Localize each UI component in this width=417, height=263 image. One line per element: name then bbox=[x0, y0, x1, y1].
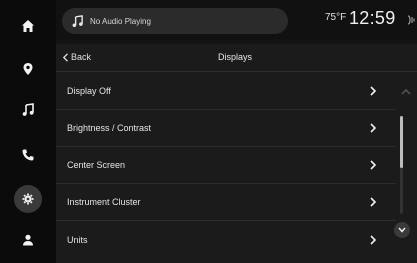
list-item-label: Brightness / Contrast bbox=[67, 123, 152, 133]
location-pin-icon bbox=[23, 63, 33, 75]
chevron-left-icon bbox=[62, 52, 68, 62]
displays-panel: Back Displays Display Off Brightness / C… bbox=[56, 44, 417, 263]
voice-assist-icon[interactable] bbox=[405, 13, 417, 27]
person-icon bbox=[23, 234, 33, 246]
list-item-instrument-cluster[interactable]: Instrument Cluster bbox=[56, 184, 396, 221]
list-item-label: Display Off bbox=[67, 86, 111, 96]
back-button[interactable]: Back bbox=[62, 52, 91, 62]
chevron-right-icon bbox=[370, 234, 377, 245]
scroll-up-button[interactable] bbox=[398, 82, 414, 102]
gear-icon bbox=[22, 193, 34, 205]
list-item-display-off[interactable]: Display Off bbox=[56, 73, 396, 110]
chevron-right-icon bbox=[370, 123, 377, 133]
profile-button[interactable] bbox=[14, 226, 42, 254]
music-note-icon bbox=[72, 14, 83, 27]
music-note-icon bbox=[22, 103, 34, 116]
list-item-label: Center Screen bbox=[67, 160, 126, 170]
now-playing-text: No Audio Playing bbox=[90, 16, 151, 26]
page-title: Displays bbox=[218, 52, 253, 62]
nav-rail bbox=[0, 0, 56, 263]
panel-header: Back Displays bbox=[56, 44, 417, 72]
scrollbar-thumb[interactable] bbox=[400, 116, 403, 168]
phone-button[interactable] bbox=[14, 141, 42, 169]
settings-list: Display Off Brightness / Contrast Center… bbox=[56, 73, 396, 258]
scroll-down-button[interactable] bbox=[394, 222, 410, 238]
clock: 12:59 bbox=[349, 8, 396, 28]
list-item-brightness-contrast[interactable]: Brightness / Contrast bbox=[56, 110, 396, 147]
list-item-label: Units bbox=[67, 234, 88, 245]
scrollbar[interactable] bbox=[400, 116, 403, 214]
list-item-label: Instrument Cluster bbox=[67, 197, 141, 207]
chevron-down-icon bbox=[398, 227, 406, 233]
phone-icon bbox=[22, 149, 34, 161]
media-button[interactable] bbox=[14, 96, 42, 124]
home-button[interactable] bbox=[14, 12, 42, 40]
settings-button[interactable] bbox=[14, 185, 42, 213]
outside-temperature: 75°F bbox=[325, 12, 347, 23]
screen: No Audio Playing 75°F 12:59 Back Display… bbox=[0, 0, 417, 263]
back-label: Back bbox=[71, 52, 92, 62]
chevron-right-icon bbox=[370, 160, 377, 170]
status-bar: No Audio Playing 75°F 12:59 bbox=[56, 0, 417, 40]
navigation-button[interactable] bbox=[14, 55, 42, 83]
chevron-right-icon bbox=[370, 197, 377, 207]
chevron-right-icon bbox=[370, 86, 377, 96]
list-item-center-screen[interactable]: Center Screen bbox=[56, 147, 396, 184]
home-icon bbox=[22, 20, 34, 32]
now-playing-pill[interactable]: No Audio Playing bbox=[62, 8, 288, 34]
list-item-units[interactable]: Units bbox=[56, 221, 396, 258]
